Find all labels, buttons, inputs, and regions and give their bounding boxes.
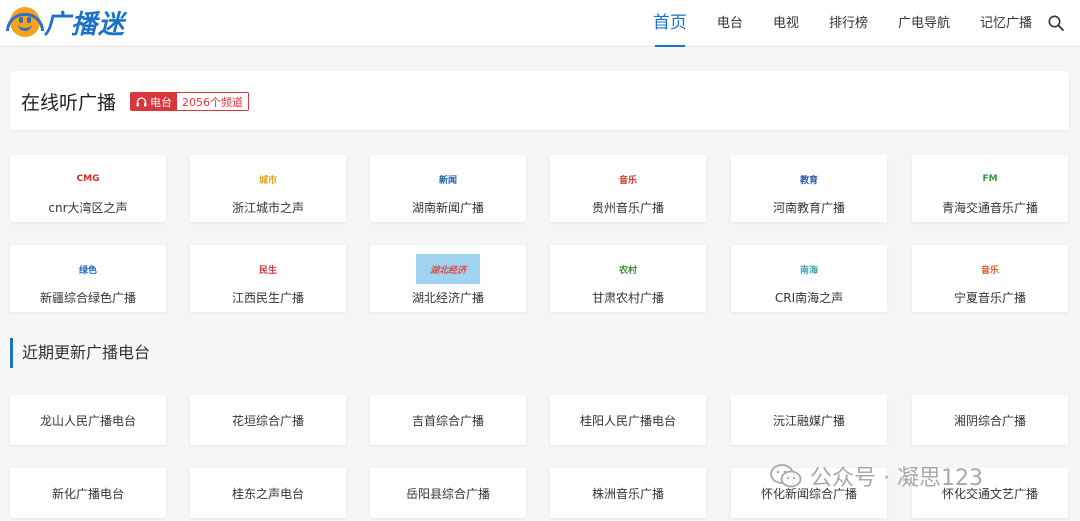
station-logo: 南海 (799, 265, 819, 276)
nav-item-1[interactable]: 电台 (717, 0, 743, 47)
page-title: 在线听广播 (21, 92, 117, 114)
station-card[interactable]: FM 青海交通音乐广播 (912, 155, 1068, 222)
recent-station-card[interactable]: 桂阳人民广播电台 (550, 395, 706, 445)
station-name: 甘肃农村广播 (591, 291, 664, 305)
main-nav: 首页 电台 电视 排行榜 广电导航 记忆广播 (623, 0, 1032, 47)
nav-item-5[interactable]: 记忆广播 (980, 0, 1032, 47)
station-card[interactable]: 城市 浙江城市之声 (190, 155, 346, 222)
station-name: 湖南新闻广播 (411, 201, 484, 215)
recent-station-card[interactable]: 新化广播电台 (10, 468, 166, 518)
recent-station-name: 株洲音乐广播 (591, 487, 664, 501)
station-name: 江西民生广播 (231, 291, 304, 305)
recent-station-card[interactable]: 沅江融媒广播 (731, 395, 887, 445)
smiley-headphones-icon (6, 7, 44, 37)
badge-label: 电台 (131, 93, 177, 110)
recent-station-name: 岳阳县综合广播 (405, 487, 490, 501)
station-logo: 城市 (258, 175, 278, 186)
channel-count-badge[interactable]: 电台 2056个频道 (130, 92, 249, 111)
recent-station-name: 桂阳人民广播电台 (579, 414, 676, 428)
recent-station-name: 新化广播电台 (51, 487, 124, 501)
station-logo: 农村 (618, 265, 638, 276)
headphones-icon (136, 96, 147, 106)
station-logo: 教育 (799, 175, 819, 186)
station-name: 青海交通音乐广播 (941, 201, 1038, 215)
nav-item-0[interactable]: 首页 (653, 0, 687, 47)
station-name: CRI南海之声 (774, 291, 844, 305)
recent-station-name: 桂东之声电台 (231, 487, 304, 501)
recent-station-name: 沅江融媒广播 (772, 414, 845, 428)
station-card[interactable]: CMG cnr大湾区之声 (10, 155, 166, 222)
recent-section-title: 近期更新广播电台 (10, 338, 150, 368)
recent-station-card[interactable]: 岳阳县综合广播 (370, 468, 526, 518)
station-card[interactable]: 新闻 湖南新闻广播 (370, 155, 526, 222)
station-name: cnr大湾区之声 (48, 201, 128, 215)
station-name: 宁夏音乐广播 (953, 291, 1026, 305)
recent-station-name: 湘阴综合广播 (953, 414, 1026, 428)
station-logo: FM (982, 174, 998, 184)
channel-banner: 在线听广播 电台 2056个频道 (10, 71, 1069, 130)
station-logo: 绿色 (78, 265, 98, 276)
recent-station-card[interactable]: 株洲音乐广播 (550, 468, 706, 518)
recent-station-card[interactable]: 吉首综合广播 (370, 395, 526, 445)
station-logo: 音乐 (618, 175, 638, 186)
recent-station-name: 花垣综合广播 (231, 414, 304, 428)
wechat-icon (770, 464, 802, 488)
station-name: 贵州音乐广播 (591, 201, 664, 215)
badge-count: 2056个频道 (177, 93, 248, 110)
station-card[interactable]: 南海 CRI南海之声 (731, 245, 887, 312)
station-card[interactable]: 湖北经济湖北经济广播 (370, 245, 526, 312)
station-logo: 音乐 (980, 265, 1000, 276)
station-name: 河南教育广播 (772, 201, 845, 215)
logo-text: 广播迷 (44, 9, 126, 40)
station-card[interactable]: 音乐 贵州音乐广播 (550, 155, 706, 222)
station-card[interactable]: 教育 河南教育广播 (731, 155, 887, 222)
nav-item-2[interactable]: 电视 (773, 0, 799, 47)
recent-station-name: 龙山人民广播电台 (39, 414, 136, 428)
station-logo: 新闻 (438, 175, 458, 186)
site-logo[interactable]: 广播迷 (6, 6, 126, 40)
station-logo: 民生 (258, 265, 278, 276)
station-name: 新疆综合绿色广播 (39, 291, 136, 305)
station-name: 湖北经济广播 (411, 291, 484, 305)
search-icon[interactable] (1048, 15, 1064, 31)
station-card[interactable]: 绿色新疆综合绿色广播 (10, 245, 166, 312)
nav-item-4[interactable]: 广电导航 (898, 0, 950, 47)
station-card[interactable]: 民生 江西民生广播 (190, 245, 346, 312)
station-logo: 湖北经济 (416, 254, 480, 284)
station-card[interactable]: 音乐 宁夏音乐广播 (912, 245, 1068, 312)
recent-station-card[interactable]: 花垣综合广播 (190, 395, 346, 445)
watermark: 公众号 · 凝思123 (770, 460, 983, 492)
station-name: 浙江城市之声 (231, 201, 304, 215)
recent-station-card[interactable]: 龙山人民广播电台 (10, 395, 166, 445)
nav-item-3[interactable]: 排行榜 (829, 0, 868, 47)
top-header: 广播迷 首页 电台 电视 排行榜 广电导航 记忆广播 (0, 0, 1080, 47)
station-logo: CMG (76, 174, 100, 184)
recent-station-name: 吉首综合广播 (411, 414, 484, 428)
recent-station-card[interactable]: 湘阴综合广播 (912, 395, 1068, 445)
recent-station-card[interactable]: 桂东之声电台 (190, 468, 346, 518)
station-card[interactable]: 农村 甘肃农村广播 (550, 245, 706, 312)
